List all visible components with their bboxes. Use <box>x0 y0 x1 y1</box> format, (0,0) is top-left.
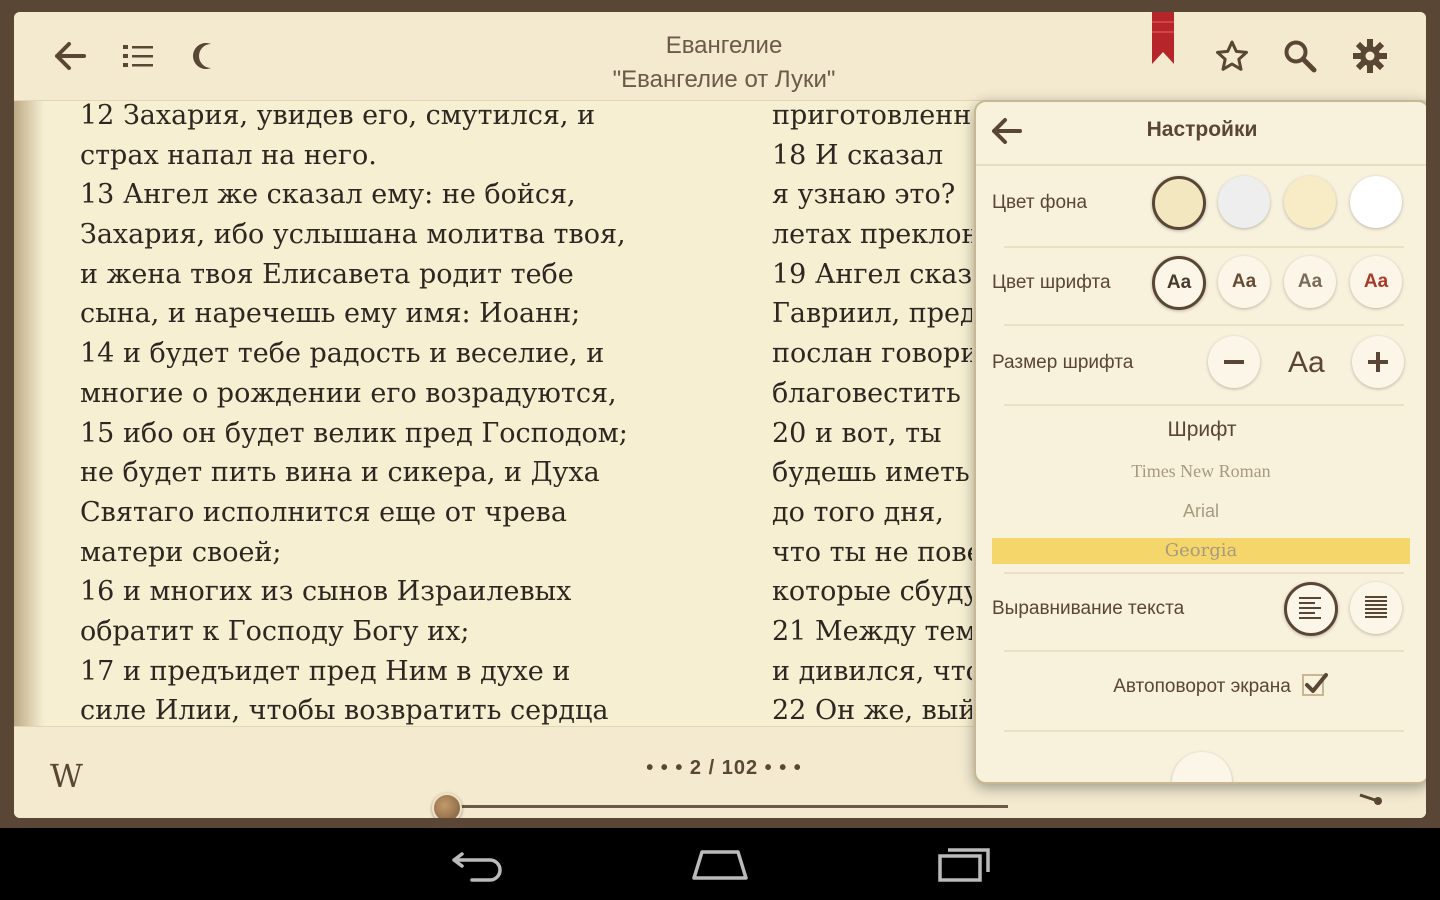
bg-color-option-3[interactable] <box>1284 176 1336 228</box>
verse-left-line: 12 Захария, увидев его, смутился, и <box>80 100 596 131</box>
verse-right-line: благовестить <box>772 377 961 409</box>
top-toolbar: Евангелие "Евангелие от Луки" <box>14 12 1426 101</box>
verse-left-line: 16 и многих из сынов Израилевых <box>80 576 572 608</box>
wikipedia-icon[interactable]: W <box>50 757 83 795</box>
page-slider-thumb[interactable] <box>432 793 463 818</box>
verse-left-line: матери своей; <box>80 536 282 568</box>
font-color-label: Цвет шрифта <box>992 272 1111 293</box>
font-option-georgia[interactable]: Georgia <box>992 538 1410 564</box>
text-column-right: приготовленный. 18 И сказал я узнаю это? ле… <box>772 96 972 771</box>
verse-left-line: Святаго исполнится еще от чрева <box>80 496 567 528</box>
chapter-title: "Евангелие от Луки" <box>612 66 836 93</box>
settings-title: Настройки <box>1146 118 1258 141</box>
verse-right-line: приготовленный. <box>772 100 972 131</box>
text-column-left: 12 Захария, увидев его, смутился, и страх… <box>80 96 740 771</box>
system-nav-bar <box>0 828 1440 900</box>
verse-right-line: летах преклонных <box>772 219 972 251</box>
nav-recents-icon[interactable] <box>934 846 994 882</box>
reader-page: Евангелие "Евангелие от Луки" 12 Захария… <box>14 12 1426 818</box>
font-color-option-3[interactable]: Aa <box>1284 256 1336 308</box>
font-option-arial[interactable]: Arial <box>992 498 1410 524</box>
verse-right-line: 21 Между тем <box>772 615 972 647</box>
page-slider-track[interactable] <box>434 805 1008 808</box>
align-left-icon <box>1299 597 1321 619</box>
moon-icon[interactable] <box>184 34 228 78</box>
verse-right-line: 20 и вот, ты <box>772 417 942 449</box>
font-color-option-4[interactable]: Aa <box>1350 256 1402 308</box>
book-frame: Евангелие "Евангелие от Луки" 12 Захария… <box>0 0 1440 828</box>
title-block: Евангелие "Евангелие от Луки" <box>574 30 874 98</box>
verse-left-line: обратит к Господу Богу их; <box>80 615 470 647</box>
verse-left-line: 13 Ангел же сказал ему: не бойся, <box>80 179 576 211</box>
align-justify-button[interactable] <box>1350 582 1402 634</box>
settings-header: Настройки <box>976 102 1426 166</box>
list-icon[interactable] <box>116 34 160 78</box>
nav-back-icon[interactable] <box>448 846 508 882</box>
settings-panel: Настройки Цвет фона Цвет шрифта Aa Aa Aa… <box>974 100 1426 784</box>
verse-right-line: я узнаю это? <box>772 179 956 211</box>
bookmark-icon[interactable] <box>1152 12 1174 64</box>
divider <box>1004 324 1404 326</box>
font-size-sample: Aa <box>1288 346 1325 379</box>
verse-right-line: и дивился, что <box>772 655 972 687</box>
divider <box>1004 650 1404 652</box>
verse-left-line: 14 и будет тебе радость и веселие, и <box>80 338 605 370</box>
nav-home-icon[interactable] <box>690 846 750 882</box>
verse-right-line: до того дня, <box>772 496 944 528</box>
font-color-option-1[interactable]: Aa <box>1152 256 1206 310</box>
divider <box>1004 246 1404 248</box>
verse-right-line: послан говорить <box>772 338 972 370</box>
verse-left-line: страх напал на него. <box>80 139 377 171</box>
verse-left-line: и жена твоя Елисавета родит тебе <box>80 258 574 290</box>
verse-left-line: не будет пить вина и сикера, и Духа <box>80 457 600 489</box>
font-size-decrease-button[interactable] <box>1208 336 1260 388</box>
verse-right-line: будешь иметь <box>772 457 970 489</box>
bg-color-option-2[interactable] <box>1218 176 1270 228</box>
minus-icon <box>1224 360 1244 364</box>
verse-left-line: 15 ибо он будет велик пред Господом; <box>80 417 628 449</box>
page-indicator: • • • 2 / 102 • • • <box>646 757 802 779</box>
more-option-button[interactable] <box>1172 752 1232 782</box>
verse-left-line: 17 и предъидет пред Ним в духе и <box>80 655 571 687</box>
verse-right-line: что ты не поверил <box>772 536 972 568</box>
verse-right-line: которые сбудутся <box>772 576 972 608</box>
bg-color-option-1[interactable] <box>1152 176 1206 230</box>
divider <box>1004 730 1404 732</box>
verse-right-line: 18 И сказал <box>772 139 944 171</box>
font-color-option-2[interactable]: Aa <box>1218 256 1270 308</box>
font-section-title: Шрифт <box>1167 418 1237 441</box>
divider <box>1004 404 1404 406</box>
verse-left-line: сына, и наречешь ему имя: Иоанн; <box>80 298 581 330</box>
font-size-label: Размер шрифта <box>992 352 1134 373</box>
book-title: Евангелие <box>665 32 783 59</box>
plus-icon <box>1368 352 1388 372</box>
bg-color-option-4[interactable] <box>1350 176 1402 228</box>
bg-color-label: Цвет фона <box>992 192 1088 213</box>
text-align-label: Выравнивание текста <box>992 598 1185 619</box>
autorotate-label: Автоповорот экрана <box>1113 676 1291 697</box>
align-justify-icon <box>1365 596 1387 618</box>
divider <box>1004 572 1404 574</box>
gear-icon[interactable] <box>1348 34 1392 78</box>
verse-left-line: многие о рождении его возрадуются, <box>80 377 617 409</box>
autorotate-checkbox[interactable] <box>1302 672 1328 698</box>
verse-right-line: Гавриил, пред <box>772 298 972 330</box>
star-icon[interactable] <box>1210 34 1254 78</box>
back-arrow-icon[interactable] <box>48 34 92 78</box>
font-size-increase-button[interactable] <box>1352 336 1404 388</box>
align-left-button[interactable] <box>1284 582 1338 636</box>
verse-right-line: 19 Ангел сказал <box>772 258 972 290</box>
verse-left-line: Захария, ибо услышана молитва твоя, <box>80 219 626 251</box>
font-option-times[interactable]: Times New Roman <box>992 458 1410 484</box>
search-icon[interactable] <box>1278 34 1322 78</box>
